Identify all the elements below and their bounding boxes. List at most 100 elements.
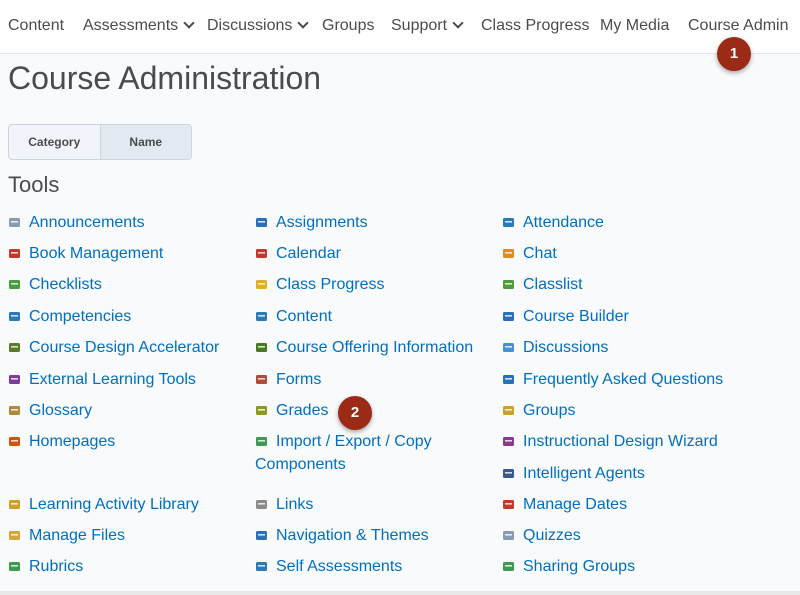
nav-item-course-admin[interactable]: Course Admin [688, 17, 789, 35]
tool-link-intelligent-agents[interactable]: Intelligent Agents [502, 462, 645, 485]
tool-link-label: Class Progress [276, 276, 385, 293]
tool-link-label: External Learning Tools [29, 371, 196, 388]
nav-item-support[interactable]: Support [391, 17, 464, 35]
tool-link-links[interactable]: Links [255, 493, 313, 516]
tool-link-manage-dates[interactable]: Manage Dates [502, 493, 627, 516]
tool-link-label: Assignments [276, 214, 368, 231]
nav-item-groups[interactable]: Groups [322, 17, 374, 35]
nav-item-class-progress[interactable]: Class Progress [481, 17, 589, 35]
tool-link-label: Course Design Accelerator [29, 339, 220, 356]
tool-link-forms[interactable]: Forms [255, 368, 321, 391]
tool-link-manage-files[interactable]: Manage Files [8, 524, 125, 547]
tool-link-homepages[interactable]: Homepages [8, 430, 115, 453]
tool-link-label: Classlist [523, 276, 583, 293]
manage-dates-icon [503, 500, 514, 509]
tool-link-label: Quizzes [523, 527, 581, 544]
external-tools-icon [9, 375, 20, 384]
tool-link-sharing-groups[interactable]: Sharing Groups [502, 555, 635, 578]
nav-item-discussions[interactable]: Discussions [207, 17, 310, 35]
nav-item-label: Support [391, 17, 448, 34]
tool-link-label: Manage Files [29, 527, 126, 544]
tool-link-instructional-design-wizard[interactable]: Instructional Design Wizard [502, 430, 718, 453]
tool-link-groups[interactable]: Groups [502, 399, 575, 422]
grades-icon [256, 406, 267, 415]
nav-item-label: My Media [600, 17, 670, 34]
tool-link-course-design-accelerator[interactable]: Course Design Accelerator [8, 336, 219, 359]
calendar-icon [256, 249, 267, 258]
announcements-icon [9, 218, 20, 227]
tool-link-label: Navigation & Themes [276, 527, 429, 544]
tool-link-label: Discussions [523, 339, 609, 356]
toggle-category-button[interactable]: Category [9, 125, 100, 159]
attendance-icon [503, 218, 514, 227]
rubrics-icon [9, 562, 20, 571]
page-title: Course Administration [8, 60, 322, 96]
tool-link-content[interactable]: Content [255, 305, 332, 328]
tool-link-label: Groups [523, 402, 576, 419]
library-icon [9, 500, 20, 509]
competencies-icon [9, 312, 20, 321]
course-offering-icon [256, 343, 267, 352]
nav-item-label: Class Progress [481, 17, 590, 34]
chat-icon [503, 249, 514, 258]
tool-link-quizzes[interactable]: Quizzes [502, 524, 581, 547]
nav-item-content[interactable]: Content [8, 17, 64, 35]
tool-link-competencies[interactable]: Competencies [8, 305, 131, 328]
window-bottom-edge [0, 591, 800, 595]
tool-link-announcements[interactable]: Announcements [8, 211, 145, 234]
tool-link-rubrics[interactable]: Rubrics [8, 555, 83, 578]
tool-link-checklists[interactable]: Checklists [8, 273, 102, 296]
nav-item-label: Assessments [83, 17, 179, 34]
nav-item-label: Content [8, 17, 65, 34]
groups-icon [503, 406, 514, 415]
tool-link-learning-activity-library[interactable]: Learning Activity Library [8, 493, 199, 516]
tool-link-label: Checklists [29, 276, 102, 293]
tool-link-label: Sharing Groups [523, 558, 636, 575]
tool-link-label: Manage Dates [523, 496, 628, 513]
tool-link-frequently-asked-questions[interactable]: Frequently Asked Questions [502, 368, 723, 391]
accelerator-icon [9, 343, 20, 352]
step-callout-badge: 1 [717, 37, 751, 71]
tool-link-class-progress[interactable]: Class Progress [255, 273, 384, 296]
forms-icon [256, 375, 267, 384]
chevron-down-icon [452, 17, 464, 29]
tool-link-label: Intelligent Agents [523, 465, 645, 482]
chevron-down-icon [183, 17, 195, 29]
tool-link-import-export-copy-components[interactable]: Import / Export / Copy Components [255, 430, 475, 476]
nav-item-label: Course Admin [688, 17, 789, 34]
tool-link-label: Grades [276, 402, 329, 419]
tool-link-label: Forms [276, 371, 322, 388]
tool-link-label: Content [276, 308, 333, 325]
tool-link-label: Course Builder [523, 308, 629, 325]
nav-item-assessments[interactable]: Assessments [83, 17, 195, 35]
tool-link-course-offering-information[interactable]: Course Offering Information [255, 336, 473, 359]
intelligent-agents-icon [503, 469, 514, 478]
tool-link-navigation-and-themes[interactable]: Navigation & Themes [255, 524, 429, 547]
tool-link-label: Rubrics [29, 558, 84, 575]
book-management-icon [9, 249, 20, 258]
tool-link-label: Glossary [29, 402, 93, 419]
tool-link-chat[interactable]: Chat [502, 242, 557, 265]
assignments-icon [256, 218, 267, 227]
link-icon [256, 500, 267, 509]
tool-link-classlist[interactable]: Classlist [502, 273, 583, 296]
tool-link-calendar[interactable]: Calendar [255, 242, 341, 265]
nav-item-my-media[interactable]: My Media [600, 17, 669, 35]
tool-link-attendance[interactable]: Attendance [502, 211, 604, 234]
tool-link-external-learning-tools[interactable]: External Learning Tools [8, 368, 196, 391]
tool-link-discussions[interactable]: Discussions [502, 336, 608, 359]
tool-link-self-assessments[interactable]: Self Assessments [255, 555, 402, 578]
tool-link-book-management[interactable]: Book Management [8, 242, 163, 265]
toggle-name-button[interactable]: Name [99, 125, 191, 159]
tool-link-assignments[interactable]: Assignments [255, 211, 368, 234]
tool-link-label: Calendar [276, 245, 341, 262]
content-icon [256, 312, 267, 321]
tool-link-glossary[interactable]: Glossary [8, 399, 92, 422]
tool-link-label: Competencies [29, 308, 132, 325]
tool-link-label: Book Management [29, 245, 164, 262]
tool-link-course-builder[interactable]: Course Builder [502, 305, 629, 328]
wizard-icon [503, 437, 514, 446]
folder-icon [9, 531, 20, 540]
nav-item-label: Discussions [207, 17, 293, 34]
tool-link-grades[interactable]: Grades [255, 399, 328, 422]
